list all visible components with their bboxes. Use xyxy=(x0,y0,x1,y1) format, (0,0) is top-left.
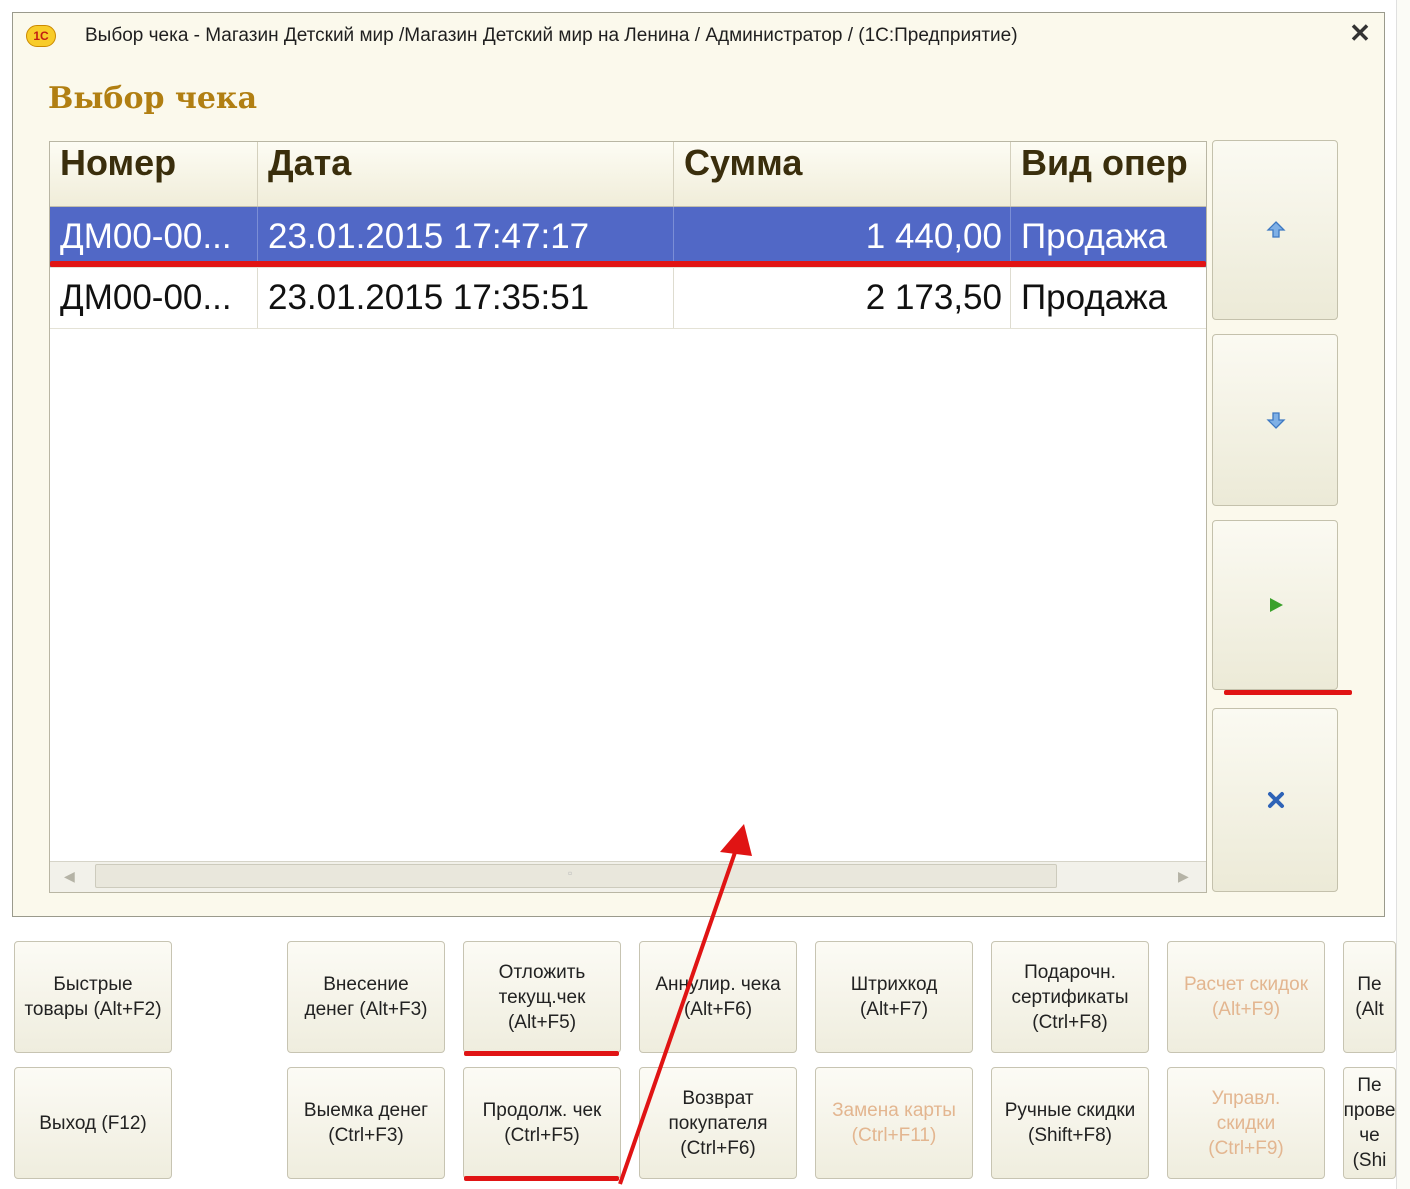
annotation-arrow xyxy=(618,824,752,1185)
